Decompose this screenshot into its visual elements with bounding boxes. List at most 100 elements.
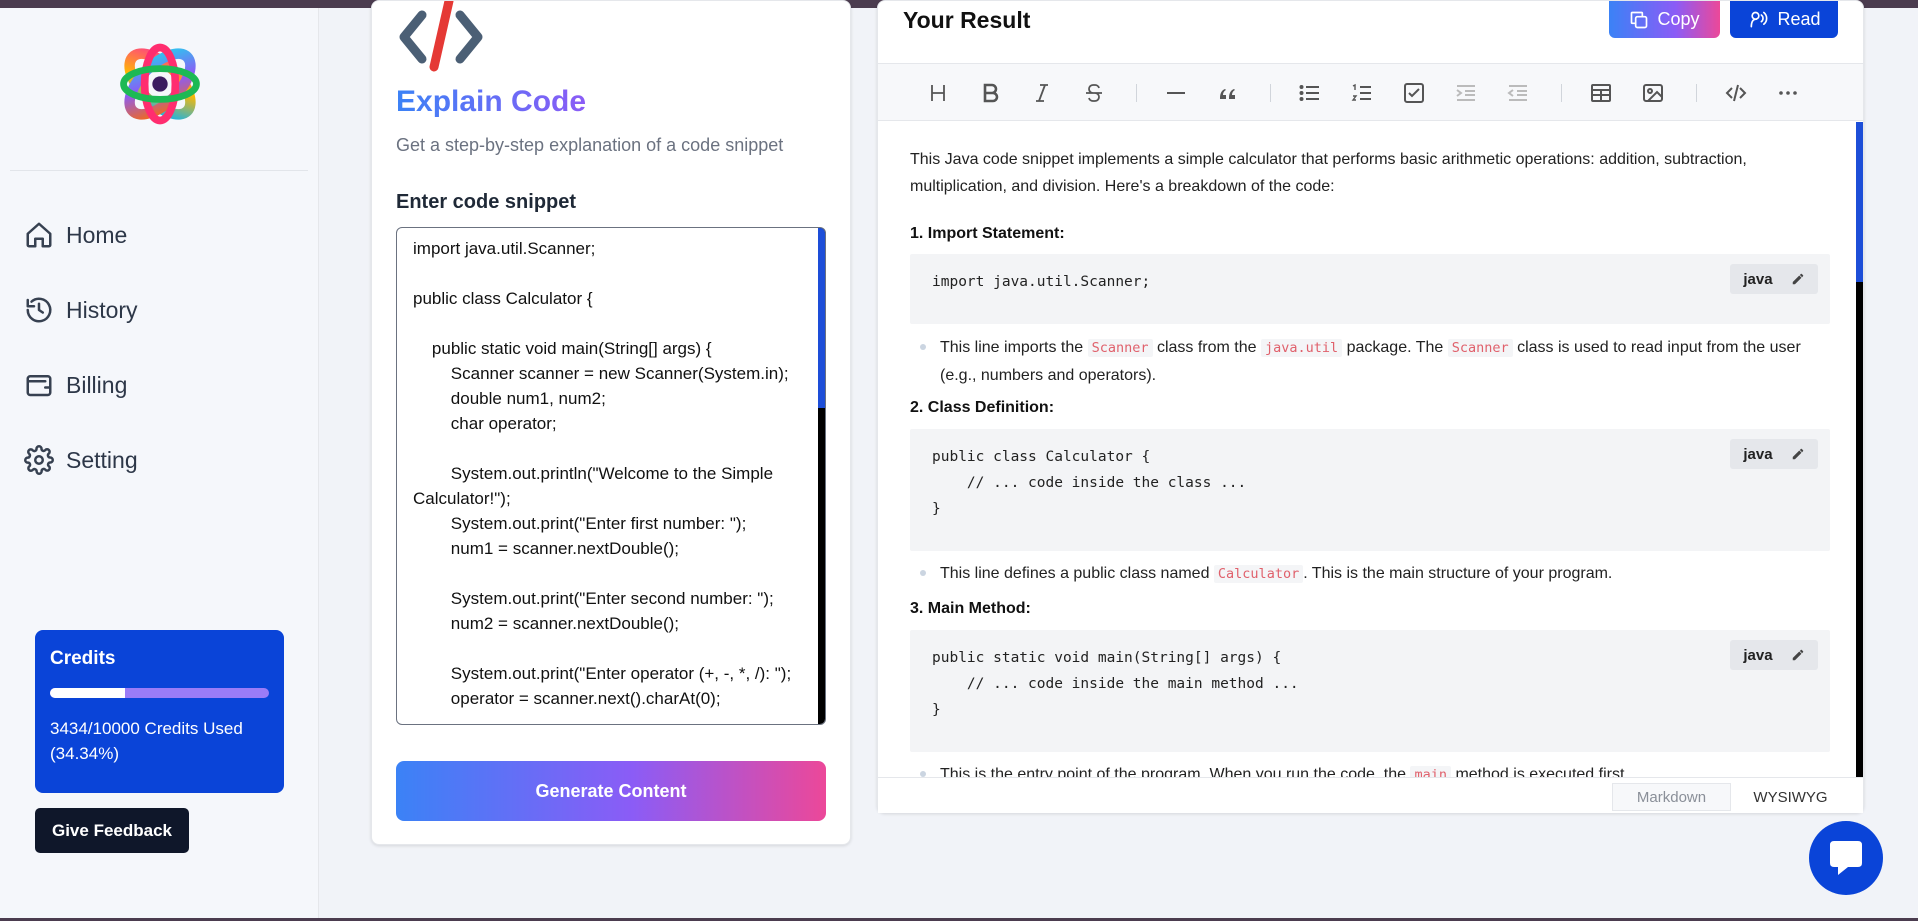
editor-content[interactable]: This Java code snippet implements a simp…	[878, 122, 1863, 777]
code-block-button[interactable]	[1721, 78, 1751, 108]
code-input-label: Enter code snippet	[396, 191, 577, 213]
code-language-label: java	[1743, 270, 1773, 288]
image-icon	[1643, 84, 1663, 102]
inline-code: Scanner	[1087, 339, 1153, 357]
code-icon	[399, 1, 483, 72]
home-icon	[26, 222, 52, 248]
more-icon	[1779, 91, 1797, 95]
tab-markdown[interactable]: Markdown	[1612, 783, 1731, 811]
toolbar-separator	[1136, 84, 1137, 102]
code-language-tag[interactable]: java	[1730, 439, 1818, 469]
ordered-list-icon	[1351, 83, 1371, 101]
code-language-tag[interactable]: java	[1730, 264, 1818, 294]
indent-icon	[1456, 85, 1475, 101]
pencil-icon	[1792, 273, 1803, 285]
image-button[interactable]	[1638, 78, 1668, 108]
sidebar-item-history[interactable]: History	[24, 295, 138, 325]
credits-progress-fill	[50, 688, 126, 698]
sidebar-item-label: Billing	[66, 371, 128, 398]
ordered-list-button[interactable]	[1347, 78, 1377, 108]
code-block[interactable]: public static void main(String[] args) {…	[910, 630, 1830, 752]
bold-icon	[983, 83, 999, 103]
code-block-text: public class Calculator { // ... code in…	[932, 449, 1247, 517]
code-block[interactable]: import java.util.Scanner; java	[910, 254, 1830, 324]
code-block-text: import java.util.Scanner;	[932, 274, 1151, 290]
sidebar-item-home[interactable]: Home	[24, 220, 127, 250]
toolbar-separator	[1561, 84, 1562, 102]
markdown-editor: This Java code snippet implements a simp…	[878, 63, 1863, 813]
italic-icon	[1036, 84, 1048, 102]
list-item: This line defines a public class named C…	[920, 560, 1830, 588]
give-feedback-button[interactable]: Give Feedback	[35, 808, 189, 853]
inline-code: Calculator	[1213, 565, 1304, 583]
chat-widget-button[interactable]	[1809, 821, 1883, 895]
code-input-scroll-thumb[interactable]	[818, 228, 825, 408]
table-button[interactable]	[1586, 78, 1616, 108]
result-title: Your Result	[903, 7, 1031, 33]
tab-wysiwyg[interactable]: WYSIWYG	[1731, 783, 1850, 811]
code-language-label: java	[1743, 646, 1773, 664]
result-panel: Your Result Copy Read This Java code sni…	[877, 0, 1864, 813]
bold-button[interactable]	[975, 78, 1005, 108]
bullet-list-button[interactable]	[1295, 78, 1325, 108]
inline-code: Scanner	[1447, 339, 1513, 357]
code-icon	[1725, 84, 1747, 102]
code-language-tag[interactable]: java	[1730, 640, 1818, 670]
credits-used-text: 3434/10000 Credits Used (34.34%)	[50, 719, 243, 763]
sidebar: Home History Billing Setting Credits 343…	[0, 8, 319, 921]
toolbar-separator	[1696, 84, 1697, 102]
heading-button[interactable]	[923, 78, 953, 108]
strikethrough-icon	[1086, 84, 1102, 102]
task-list-button[interactable]	[1399, 78, 1429, 108]
credits-card: Credits 3434/10000 Credits Used (34.34%)	[35, 630, 284, 793]
horizontal-rule-button[interactable]	[1161, 78, 1191, 108]
sidebar-divider	[10, 170, 308, 171]
horizontal-rule-icon	[1167, 92, 1185, 94]
section-heading: 1. Import Statement:	[910, 225, 1065, 242]
page-title: Explain Code	[396, 85, 587, 118]
wallet-icon	[26, 375, 52, 397]
generate-content-button[interactable]: Generate Content	[396, 761, 826, 821]
copy-button[interactable]: Copy	[1609, 1, 1720, 38]
sidebar-item-label: History	[66, 296, 138, 323]
strikethrough-button[interactable]	[1079, 78, 1109, 108]
credits-title: Credits	[50, 648, 116, 669]
section-heading: 3. Main Method:	[910, 600, 1031, 617]
outdent-icon	[1507, 85, 1527, 101]
section-heading: 2. Class Definition:	[910, 399, 1055, 416]
indent-button[interactable]	[1451, 78, 1481, 108]
chat-icon	[1830, 841, 1862, 875]
more-options-button[interactable]	[1773, 78, 1803, 108]
code-language-label: java	[1743, 445, 1773, 463]
app-logo[interactable]	[112, 36, 208, 132]
read-label: Read	[1777, 9, 1821, 29]
toolbar-separator	[1270, 84, 1271, 102]
sidebar-item-setting[interactable]: Setting	[24, 445, 138, 475]
editor-scroll-thumb[interactable]	[1856, 122, 1863, 282]
outdent-button[interactable]	[1503, 78, 1533, 108]
heading-icon	[931, 85, 945, 101]
quote-button[interactable]	[1213, 78, 1243, 108]
code-snippet-input[interactable]: import java.util.Scanner; public class C…	[396, 227, 826, 725]
speaker-icon	[1750, 11, 1768, 27]
code-block[interactable]: public class Calculator { // ... code in…	[910, 429, 1830, 551]
list-item: This line imports the Scanner class from…	[920, 334, 1830, 389]
history-icon	[26, 297, 52, 323]
quote-icon	[1220, 89, 1235, 99]
list-item: This is the entry point of the program. …	[920, 761, 1830, 777]
inline-code: java.util	[1261, 339, 1343, 357]
page-subtitle: Get a step-by-step explanation of a code…	[396, 135, 784, 155]
credits-progress-bar	[50, 688, 269, 698]
sidebar-item-billing[interactable]: Billing	[24, 370, 127, 400]
input-panel: Explain Code Get a step-by-step explanat…	[371, 0, 851, 845]
italic-button[interactable]	[1027, 78, 1057, 108]
code-snippet-text[interactable]: import java.util.Scanner; public class C…	[397, 228, 817, 711]
intro-paragraph: This Java code snippet implements a simp…	[910, 151, 1747, 195]
bullet-list-icon	[1299, 85, 1319, 101]
pencil-icon	[1792, 649, 1803, 661]
inline-code: main	[1410, 766, 1451, 777]
code-block-text: public static void main(String[] args) {…	[932, 650, 1299, 718]
read-aloud-button[interactable]: Read	[1730, 1, 1838, 38]
table-icon	[1591, 84, 1611, 102]
sidebar-item-label: Home	[66, 221, 128, 248]
